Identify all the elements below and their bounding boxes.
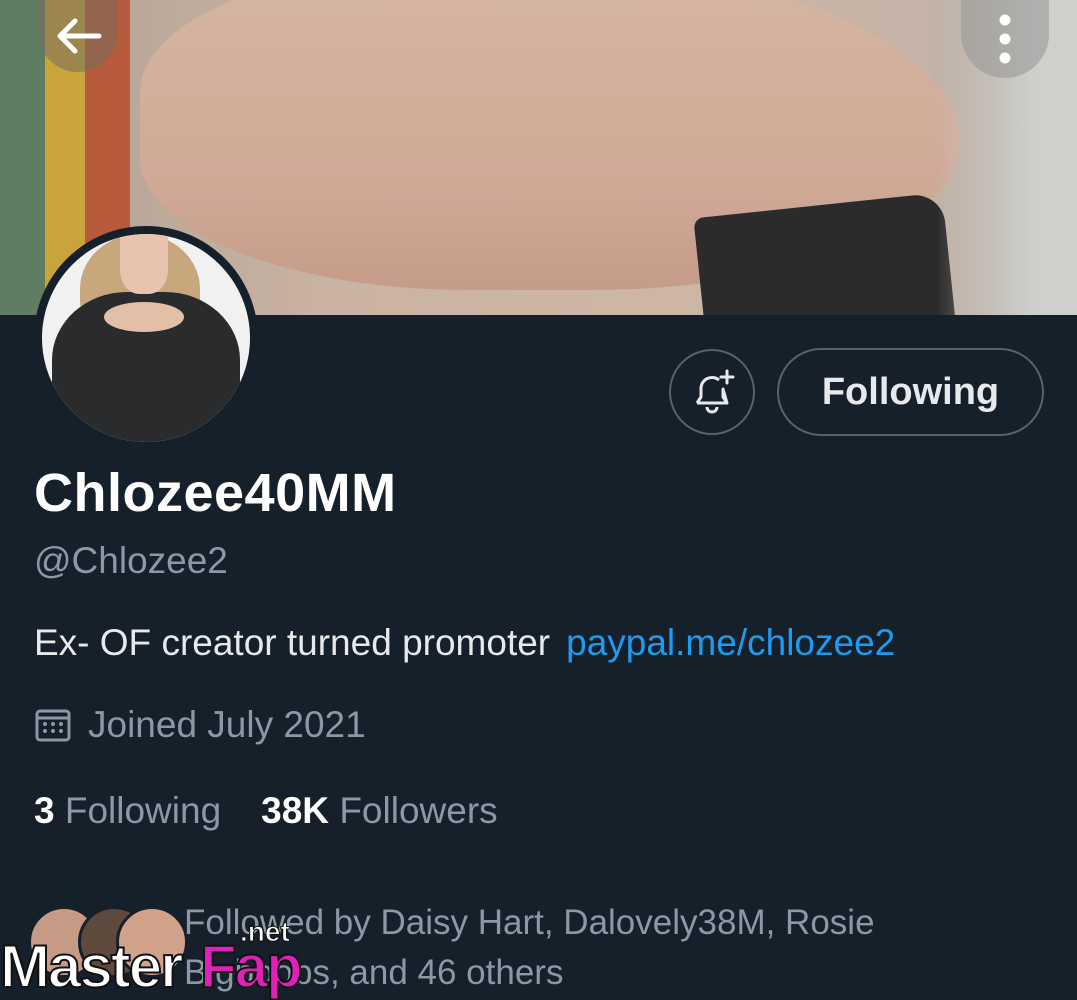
following-link[interactable]: 3 Following <box>34 790 221 831</box>
followers-label: Followers <box>339 790 498 831</box>
banner-curtain <box>0 0 45 315</box>
notifications-button[interactable] <box>669 349 755 435</box>
display-name: Chlozee40MM <box>34 463 397 523</box>
watermark-part: Master <box>0 932 184 1000</box>
joined-date: Joined July 2021 <box>34 704 366 746</box>
followers-link[interactable]: 38K Followers <box>261 790 498 831</box>
joined-label: Joined July 2021 <box>88 704 366 745</box>
profile-avatar[interactable] <box>34 226 258 450</box>
bio-link[interactable]: paypal.me/chlozee2 <box>566 622 895 663</box>
following-button[interactable]: Following <box>777 348 1044 436</box>
following-label: Following <box>64 790 222 831</box>
bell-plus-icon <box>695 369 735 414</box>
following-count: 3 <box>34 790 55 831</box>
avatar-chest <box>104 302 184 332</box>
arrow-left-icon <box>57 18 102 54</box>
user-handle: @Chlozee2 <box>34 540 228 581</box>
follow-stats: 3 Following 38K Followers <box>34 790 498 832</box>
followers-count: 38K <box>261 790 330 831</box>
bio-text: Ex- OF creator turned promoter <box>34 622 551 663</box>
calendar-icon <box>35 709 71 742</box>
avatar-photo <box>42 234 250 442</box>
avatar-face <box>120 234 168 294</box>
profile-bio: Ex- OF creator turned promoter paypal.me/… <box>34 622 895 664</box>
vertical-dots-icon <box>999 14 1011 64</box>
watermark-part: .net <box>240 916 291 948</box>
followed-by-section[interactable]: Followed by Daisy Hart, Dalovely38M, Ros… <box>28 898 1077 1000</box>
